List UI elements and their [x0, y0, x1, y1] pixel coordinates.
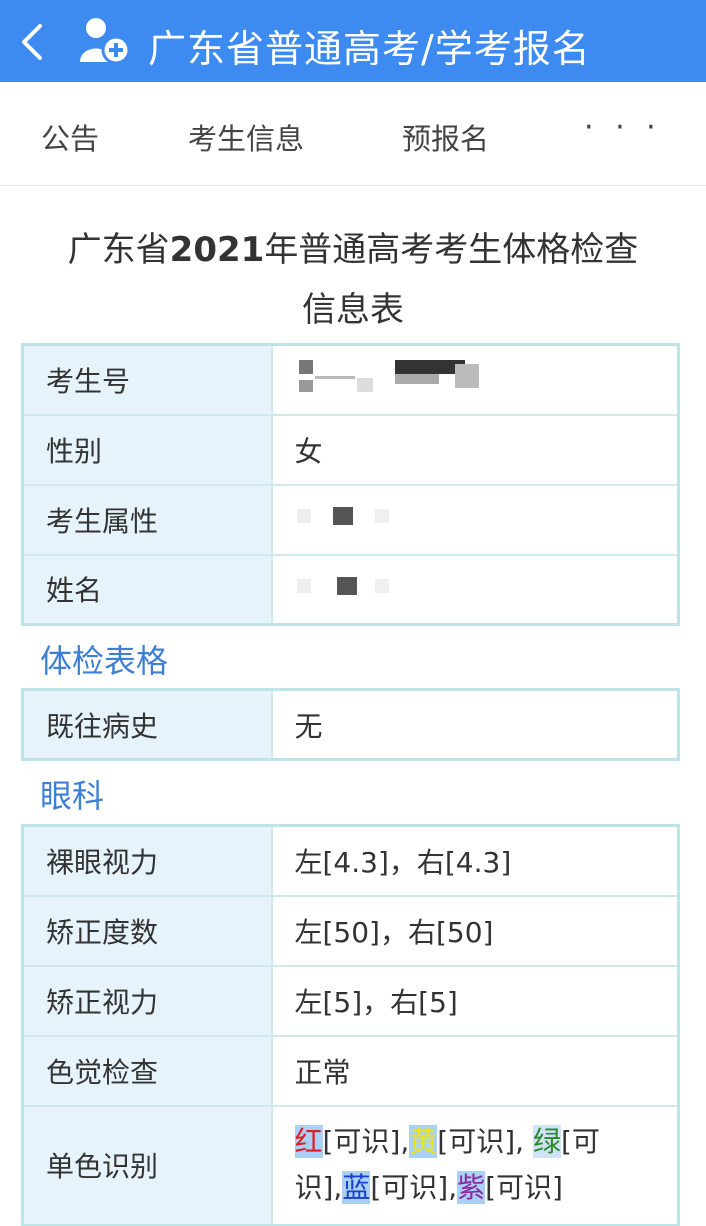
candidate-attribute-value — [270, 483, 680, 556]
naked-vision-value: 左[4.3]，右[4.3] — [270, 824, 680, 897]
basic-info-table: 考生号 性别 女 考生属性 姓名 — [21, 343, 680, 626]
color-blue-result: [可识], — [370, 1171, 458, 1205]
app-header: 广东省普通高考/学考报名 — [0, 0, 706, 82]
name-label: 姓名 — [21, 553, 273, 626]
candidate-number-label: 考生号 — [21, 343, 273, 416]
table-row: 单色识别 红[可识],黄[可识], 绿[可识],蓝[可识],紫[可识] — [21, 1104, 680, 1226]
user-add-icon — [80, 18, 131, 65]
candidate-attribute-label: 考生属性 — [21, 483, 273, 556]
name-value — [270, 553, 680, 626]
redacted-candidate-attribute — [295, 501, 435, 538]
naked-vision-label: 裸眼视力 — [21, 824, 273, 897]
nav-bar: 公告 考生信息 预报名 · · · — [0, 82, 706, 186]
section-title-physical: 体检表格 — [40, 642, 169, 680]
corrected-vision-value: 左[5]，右[5] — [270, 964, 680, 1037]
chevron-left-icon[interactable] — [14, 22, 50, 62]
table-row: 考生属性 — [21, 483, 680, 556]
page-title-part2: 年普通高考考生体格检查 — [264, 230, 639, 270]
table-row: 矫正视力 左[5]，右[5] — [21, 964, 680, 1037]
table-row: 考生号 — [21, 343, 680, 416]
candidate-number-value — [270, 343, 680, 416]
color-green: 绿 — [532, 1125, 561, 1159]
app-title: 广东省普通高考/学考报名 — [148, 27, 591, 71]
section-title-eye: 眼科 — [40, 777, 105, 815]
correction-degree-value: 左[50]，右[50] — [270, 894, 680, 967]
table-row: 矫正度数 左[50]，右[50] — [21, 894, 680, 967]
redacted-candidate-number — [295, 356, 495, 403]
color-vision-label: 色觉检查 — [21, 1034, 273, 1107]
medical-history-label: 既往病史 — [21, 688, 273, 761]
color-red: 红 — [294, 1125, 323, 1159]
medical-history-value: 无 — [270, 688, 680, 761]
color-vision-value: 正常 — [270, 1034, 680, 1107]
table-row: 姓名 — [21, 553, 680, 626]
page-title-part1: 广东省 — [67, 230, 170, 270]
nav-item-announcement[interactable]: 公告 — [41, 116, 99, 158]
gender-value: 女 — [270, 413, 680, 486]
page-title-line2: 信息表 — [302, 290, 404, 330]
color-purple: 紫 — [457, 1171, 486, 1205]
color-yellow: 黄 — [409, 1125, 438, 1159]
single-color-label: 单色识别 — [21, 1104, 273, 1226]
corrected-vision-label: 矫正视力 — [21, 964, 273, 1037]
color-yellow-result: [可识], — [437, 1125, 533, 1159]
physical-table: 既往病史 无 — [21, 688, 680, 761]
table-row: 既往病史 无 — [21, 688, 680, 761]
more-menu-icon[interactable]: · · · — [584, 110, 662, 145]
eye-exam-table: 裸眼视力 左[4.3]，右[4.3] 矫正度数 左[50]，右[50] 矫正视力… — [21, 824, 680, 1226]
page-title: 广东省2021年普通高考考生体格检查 信息表 — [0, 220, 706, 340]
color-blue: 蓝 — [342, 1171, 371, 1205]
table-row: 裸眼视力 左[4.3]，右[4.3] — [21, 824, 680, 897]
correction-degree-label: 矫正度数 — [21, 894, 273, 967]
table-row: 色觉检查 正常 — [21, 1034, 680, 1107]
table-row: 性别 女 — [21, 413, 680, 486]
page-title-year: 2021 — [169, 230, 265, 270]
nav-item-candidate-info[interactable]: 考生信息 — [188, 116, 304, 158]
nav-item-pre-registration[interactable]: 预报名 — [402, 116, 489, 158]
color-red-result: [可识], — [322, 1125, 410, 1159]
single-color-value: 红[可识],黄[可识], 绿[可识],蓝[可识],紫[可识] — [270, 1104, 680, 1226]
color-purple-result: [可识] — [485, 1171, 563, 1205]
gender-label: 性别 — [21, 413, 273, 486]
redacted-name — [295, 571, 435, 608]
